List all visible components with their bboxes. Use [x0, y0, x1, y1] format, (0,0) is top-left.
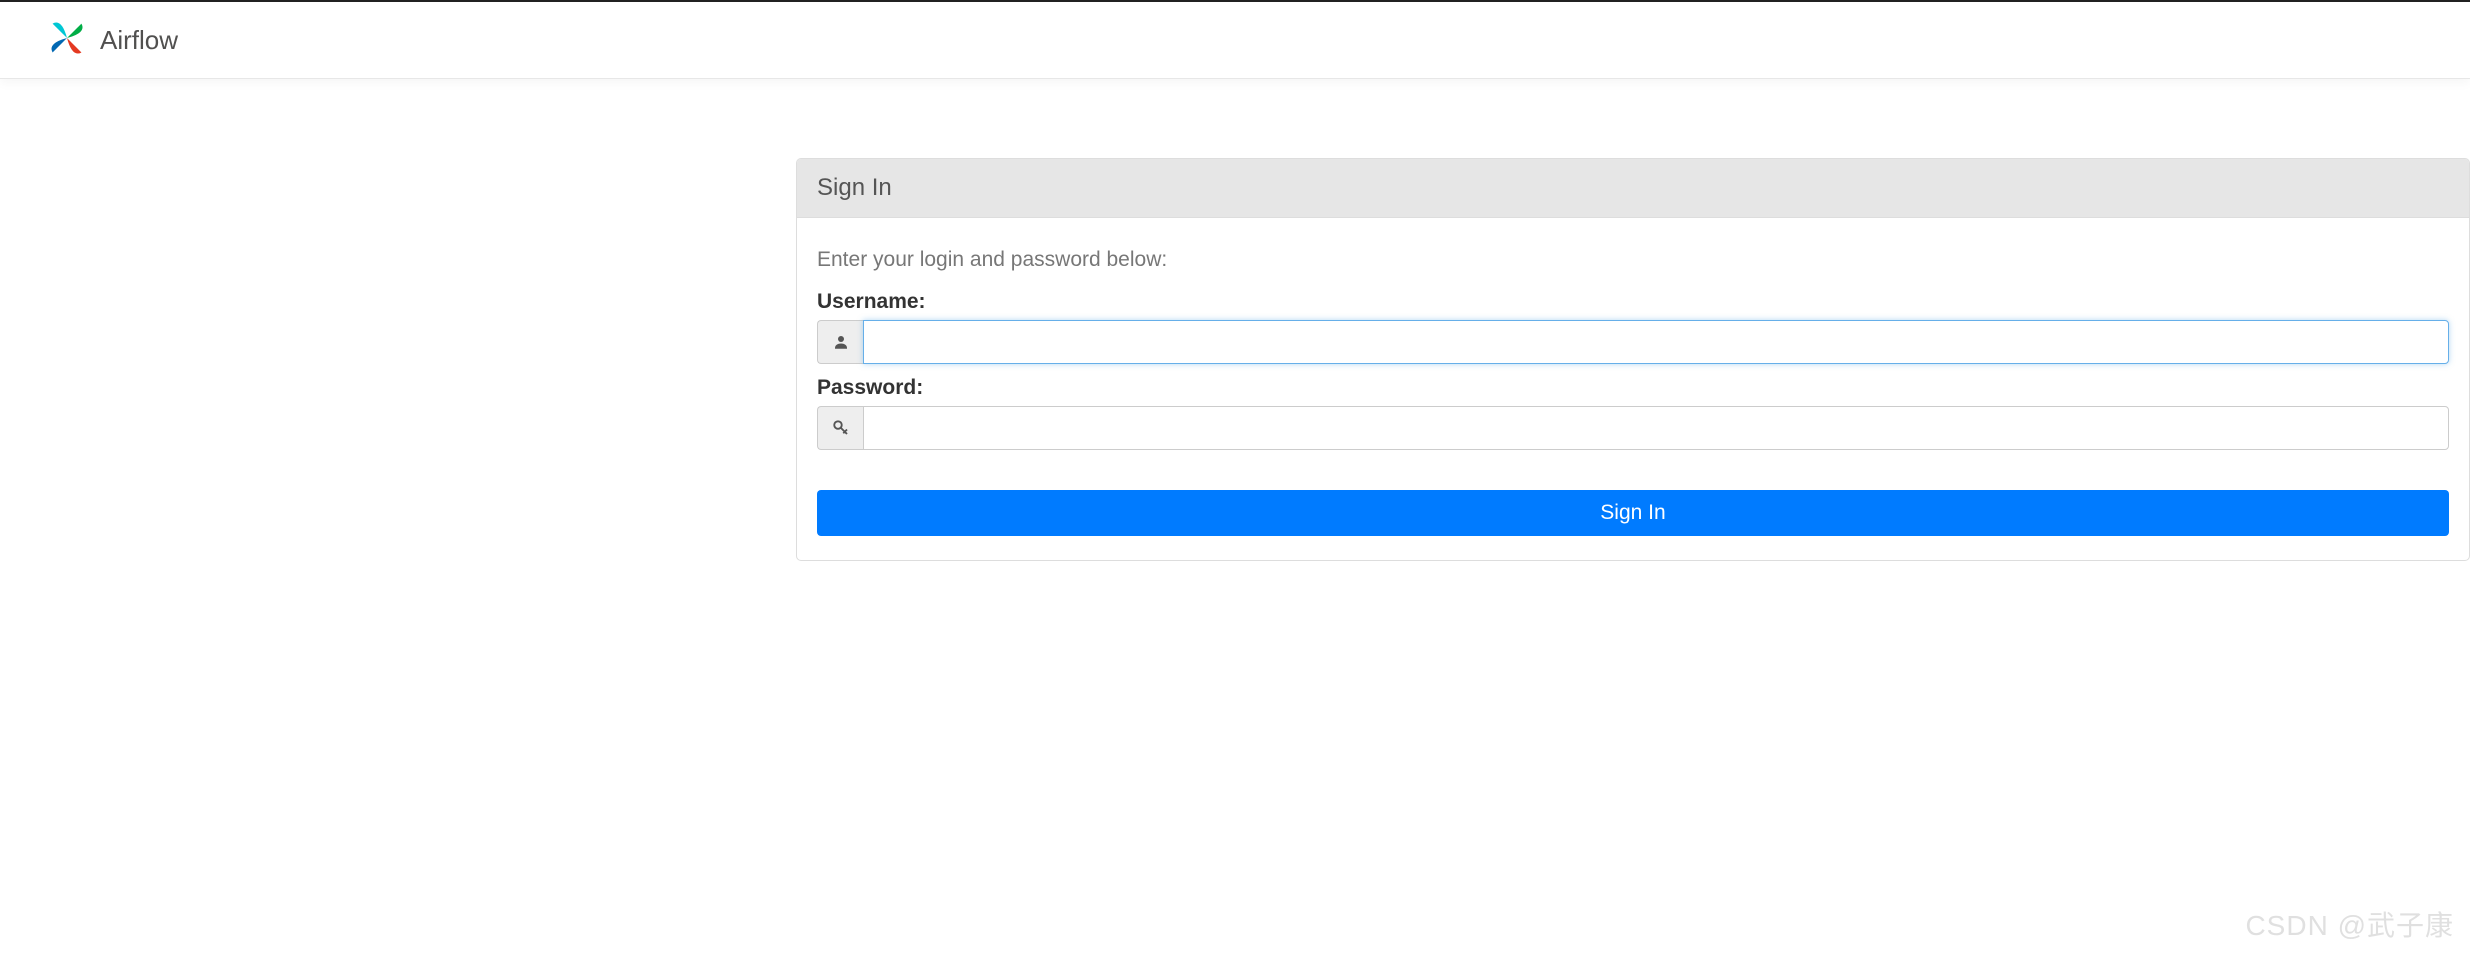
signin-button[interactable]: Sign In: [817, 490, 2449, 536]
brand-text: Airflow: [100, 25, 178, 56]
brand[interactable]: Airflow: [46, 17, 178, 64]
login-instruction: Enter your login and password below:: [817, 248, 2449, 272]
username-input-group: [817, 320, 2449, 364]
password-input-group: [817, 406, 2449, 450]
username-input[interactable]: [863, 320, 2449, 364]
password-label: Password:: [817, 376, 2449, 400]
user-icon: [817, 320, 863, 364]
panel-body: Enter your login and password below: Use…: [797, 218, 2469, 560]
username-group: Username:: [817, 290, 2449, 364]
airflow-logo-icon: [46, 17, 88, 64]
panel-title: Sign In: [797, 159, 2469, 218]
username-label: Username:: [817, 290, 2449, 314]
signin-panel: Sign In Enter your login and password be…: [796, 158, 2470, 561]
navbar: Airflow: [0, 2, 2470, 79]
watermark-text: CSDN @武子康: [2245, 904, 2454, 944]
password-group: Password:: [817, 376, 2449, 450]
password-input[interactable]: [863, 406, 2449, 450]
key-icon: [817, 406, 863, 450]
